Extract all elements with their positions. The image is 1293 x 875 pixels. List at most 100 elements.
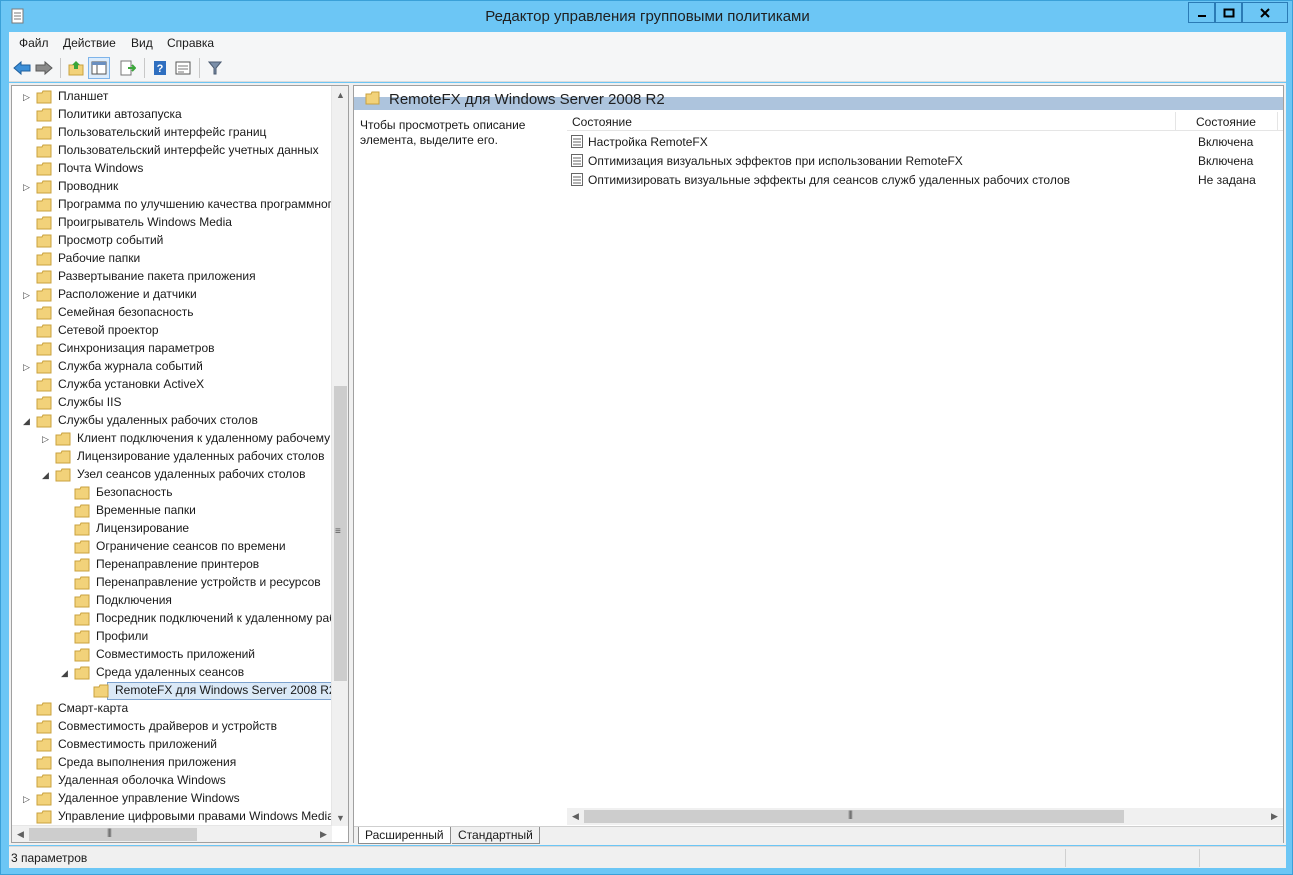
column-separator[interactable]: [1175, 112, 1176, 130]
folder-icon: [365, 91, 380, 105]
tab-extended[interactable]: Расширенный: [358, 827, 451, 844]
tree-item[interactable]: Временные папки: [12, 502, 332, 520]
folder-icon: [36, 162, 52, 176]
expand-arrow-icon[interactable]: ▷: [22, 290, 31, 300]
filter-button[interactable]: [204, 57, 226, 79]
column-separator[interactable]: [1277, 112, 1278, 130]
tree-item[interactable]: Подключения: [12, 592, 332, 610]
tree-item[interactable]: Семейная безопасность: [12, 304, 332, 322]
tree-item[interactable]: Совместимость приложений: [12, 736, 332, 754]
help-button[interactable]: ?: [149, 57, 171, 79]
tree-item[interactable]: Сетевой проектор: [12, 322, 332, 340]
expand-arrow-icon[interactable]: ▷: [41, 434, 50, 444]
close-button[interactable]: [1242, 2, 1288, 23]
tree-item[interactable]: Ограничение сеансов по времени: [12, 538, 332, 556]
scroll-thumb[interactable]: ≡: [334, 386, 347, 681]
scroll-left-arrow-icon[interactable]: ◀: [567, 808, 584, 825]
tree-item[interactable]: ▷ Расположение и датчики: [12, 286, 332, 304]
tree-item[interactable]: Политики автозапуска: [12, 106, 332, 124]
tree-horizontal-scrollbar[interactable]: ◀ ||| ▶: [12, 825, 332, 842]
tree-item[interactable]: Лицензирование: [12, 520, 332, 538]
tree-item[interactable]: Пользовательский интерфейс границ: [12, 124, 332, 142]
tree-item[interactable]: Совместимость приложений: [12, 646, 332, 664]
menu-action[interactable]: Действие: [63, 36, 116, 50]
tree-item[interactable]: Посредник подключений к удаленному рабоч…: [12, 610, 332, 628]
tree-item[interactable]: Среда выполнения приложения: [12, 754, 332, 772]
tree-item[interactable]: Перенаправление принтеров: [12, 556, 332, 574]
menu-view[interactable]: Вид: [131, 36, 153, 50]
collapse-arrow-icon[interactable]: ◢: [60, 668, 69, 678]
scroll-right-arrow-icon[interactable]: ▶: [1266, 808, 1283, 825]
tree-item[interactable]: Управление цифровыми правами Windows Med…: [12, 808, 332, 826]
tree-item[interactable]: Программа по улучшению качества программ…: [12, 196, 332, 214]
expand-arrow-icon[interactable]: ▷: [22, 794, 31, 804]
folder-icon: [74, 504, 90, 518]
tree-item[interactable]: Совместимость драйверов и устройств: [12, 718, 332, 736]
expand-arrow-icon[interactable]: ▷: [22, 362, 31, 372]
tree-item[interactable]: ◢ Службы удаленных рабочих столов: [12, 412, 332, 430]
tree-item[interactable]: ▷ Удаленное управление Windows: [12, 790, 332, 808]
tree-item-label: Узел сеансов удаленных рабочих столов: [77, 467, 306, 481]
list-horizontal-scrollbar[interactable]: ◀ ||| ▶: [567, 808, 1283, 825]
minimize-button[interactable]: [1188, 2, 1215, 23]
tree-item-label: Пользовательский интерфейс границ: [58, 125, 267, 139]
expand-arrow-icon[interactable]: ▷: [22, 182, 31, 192]
tree-item[interactable]: Просмотр событий: [12, 232, 332, 250]
list-item[interactable]: Оптимизация визуальных эффектов при испо…: [567, 151, 1283, 170]
tree-item[interactable]: RemoteFX для Windows Server 2008 R2: [12, 682, 332, 700]
export-list-button[interactable]: [117, 57, 139, 79]
properties-pane-button[interactable]: [172, 57, 194, 79]
expand-arrow-icon[interactable]: ▷: [22, 92, 31, 102]
tab-standard[interactable]: Стандартный: [452, 827, 540, 844]
folder-icon: [36, 108, 52, 122]
tree-item[interactable]: Перенаправление устройств и ресурсов: [12, 574, 332, 592]
scroll-down-arrow-icon[interactable]: ▼: [332, 809, 349, 826]
column-header-setting[interactable]: Состояние: [572, 115, 632, 129]
back-button[interactable]: [11, 57, 33, 79]
list-item[interactable]: Оптимизировать визуальные эффекты для се…: [567, 170, 1283, 189]
title-bar[interactable]: Редактор управления групповыми политикам…: [1, 1, 1293, 31]
folder-icon: [74, 486, 90, 500]
tree-item[interactable]: Профили: [12, 628, 332, 646]
tree-item[interactable]: Проигрыватель Windows Media: [12, 214, 332, 232]
list-item[interactable]: Настройка RemoteFX Включена: [567, 132, 1283, 151]
scroll-up-arrow-icon[interactable]: ▲: [332, 86, 349, 103]
menu-help[interactable]: Справка: [167, 36, 214, 50]
scroll-thumb[interactable]: |||: [29, 827, 197, 841]
column-header-state[interactable]: Состояние: [1196, 115, 1256, 129]
folder-icon: [36, 306, 52, 320]
menu-file[interactable]: Файл: [19, 36, 49, 50]
tree-item[interactable]: Служба установки ActiveX: [12, 376, 332, 394]
tree-item[interactable]: ▷ Проводник: [12, 178, 332, 196]
tree-item-label: Удаленное управление Windows: [58, 791, 240, 805]
collapse-arrow-icon[interactable]: ◢: [41, 470, 50, 480]
tree-item-label: Программа по улучшению качества программ…: [58, 197, 332, 211]
tree-item[interactable]: Смарт-карта: [12, 700, 332, 718]
tree-item[interactable]: ▷ Клиент подключения к удаленному рабочем…: [12, 430, 332, 448]
tree-item[interactable]: Безопасность: [12, 484, 332, 502]
tree-item[interactable]: Пользовательский интерфейс учетных данны…: [12, 142, 332, 160]
maximize-button[interactable]: [1215, 2, 1242, 23]
tree-item[interactable]: Синхронизация параметров: [12, 340, 332, 358]
tree-item[interactable]: Рабочие папки: [12, 250, 332, 268]
tree-item[interactable]: Почта Windows: [12, 160, 332, 178]
scroll-left-arrow-icon[interactable]: ◀: [12, 826, 29, 843]
collapse-arrow-icon[interactable]: ◢: [22, 416, 31, 426]
scroll-thumb[interactable]: |||: [584, 809, 1124, 823]
forward-button[interactable]: [33, 57, 55, 79]
show-hide-tree-button[interactable]: [88, 57, 110, 79]
tree-item[interactable]: Развертывание пакета приложения: [12, 268, 332, 286]
scroll-right-arrow-icon[interactable]: ▶: [315, 826, 332, 843]
tree-item[interactable]: ◢ Среда удаленных сеансов: [12, 664, 332, 682]
tree-item-label: Служба установки ActiveX: [58, 377, 205, 391]
tree-item[interactable]: Удаленная оболочка Windows: [12, 772, 332, 790]
up-level-button[interactable]: [65, 57, 87, 79]
tree-item[interactable]: Службы IIS: [12, 394, 332, 412]
tree-item[interactable]: ▷ Планшет: [12, 88, 332, 106]
tree-item[interactable]: Лицензирование удаленных рабочих столов: [12, 448, 332, 466]
tree-item[interactable]: ◢ Узел сеансов удаленных рабочих столов: [12, 466, 332, 484]
tree-item[interactable]: ▷ Служба журнала событий: [12, 358, 332, 376]
list-header: Состояние Состояние: [567, 112, 1283, 131]
tree-vertical-scrollbar[interactable]: ▲ ≡ ▼: [331, 86, 348, 826]
setting-state: Включена: [1198, 154, 1254, 168]
